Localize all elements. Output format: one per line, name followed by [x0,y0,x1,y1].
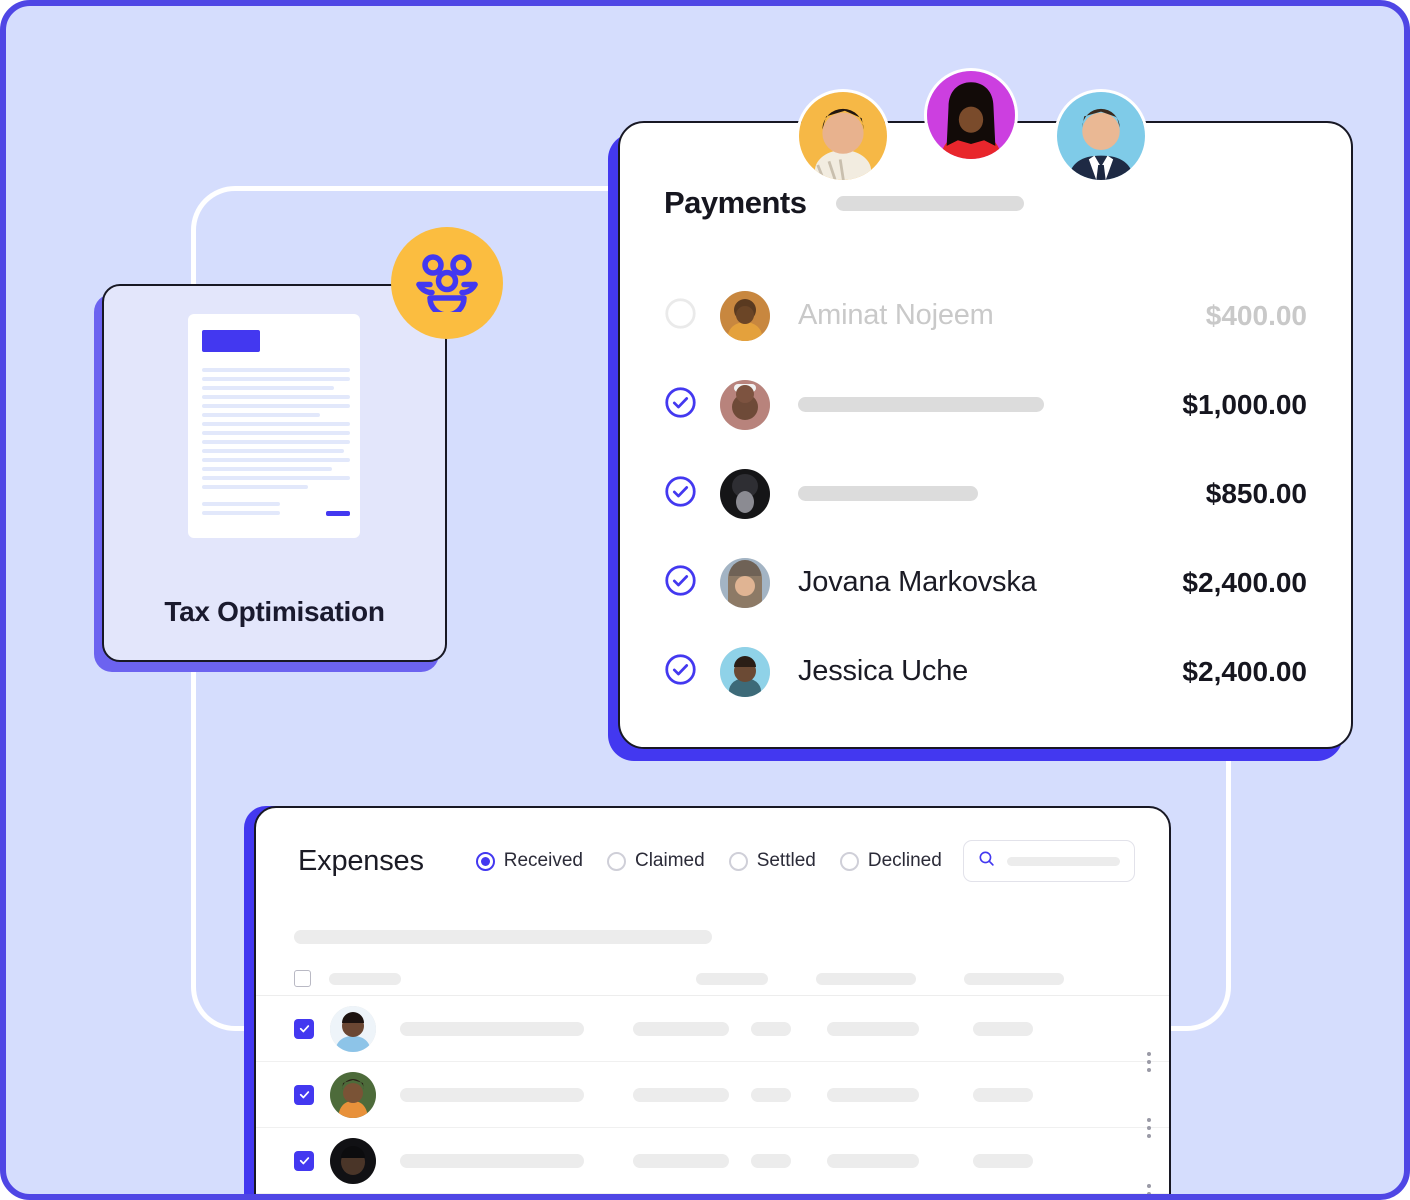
payment-checkbox-checked[interactable] [664,564,702,602]
filter-label: Claimed [634,850,705,871]
people-group-icon [391,227,503,339]
payment-name: Jessica Uche [798,655,969,687]
radio-indicator [839,851,859,871]
cell-placeholder [973,1087,1033,1102]
payment-row[interactable]: Jovana Markovska $2,400.00 [664,538,1307,627]
payments-header-placeholder [836,195,1025,211]
avatar [720,379,770,430]
payment-name: Aminat Nojeem [798,299,994,331]
search-icon [978,850,995,872]
payment-amount: $1,000.00 [1182,388,1307,420]
payment-row[interactable]: $850.00 [664,449,1307,538]
cell-placeholder [751,1021,791,1036]
column-header-placeholder [329,972,401,985]
cell-placeholder [633,1021,729,1036]
expenses-card: Expenses Received Claimed Settled Declin… [254,806,1171,1194]
payment-name-redacted [798,397,1182,412]
table-row[interactable] [256,1118,1169,1194]
cell-placeholder [973,1021,1033,1036]
cell-placeholder [827,1021,919,1036]
expenses-title: Expenses [298,844,424,877]
table-row[interactable] [256,996,1169,1062]
payments-header: Payments [664,185,1025,221]
payment-checkbox-unchecked[interactable] [664,297,702,335]
column-header-placeholder [964,972,1064,985]
illustration-frame: Tax Optimisation Payments Aminat Nojeem … [0,0,1410,1200]
payment-row[interactable]: $1,000.00 [664,360,1307,449]
radio-indicator [475,851,495,871]
expenses-toolbar-placeholder [294,930,712,944]
payments-list: Aminat Nojeem $400.00 $1,000.00 $850.00 … [664,271,1307,716]
payment-amount: $400.00 [1205,299,1307,331]
document-header-block [202,330,260,352]
search-input[interactable] [963,840,1135,882]
radio-indicator [728,851,748,871]
document-preview [188,314,360,538]
payment-amount: $2,400.00 [1182,566,1307,598]
expenses-header: Expenses Received Claimed Settled Declin… [256,808,1169,882]
cell-placeholder [400,1153,584,1168]
cell-placeholder [633,1087,729,1102]
filter-label: Declined [867,850,942,871]
table-row[interactable] [256,1052,1169,1128]
payment-checkbox-checked[interactable] [664,475,702,513]
avatar [330,1005,376,1052]
row-checkbox-checked[interactable] [294,1018,314,1039]
avatar-man-striped[interactable] [796,89,890,183]
avatar [720,646,770,697]
payments-title: Payments [664,185,807,220]
filter-radio-claimed[interactable]: Claimed [606,850,705,872]
filter-label: Received [503,850,583,871]
avatar [720,468,770,519]
search-placeholder [1007,856,1120,866]
select-all-checkbox[interactable] [294,970,311,987]
document-footer-lines [202,502,350,520]
filter-radio-settled[interactable]: Settled [728,850,816,872]
expenses-status-filters: Received Claimed Settled Declined [475,850,942,872]
avatar [720,290,770,341]
avatar [330,1071,376,1118]
tax-card-title: Tax Optimisation [164,596,385,627]
payments-card: Payments Aminat Nojeem $400.00 $1,000.00… [618,121,1353,749]
cell-placeholder [827,1153,919,1168]
document-text-lines [202,368,350,494]
expenses-table-header [256,962,1169,996]
row-checkbox-checked[interactable] [294,1084,314,1105]
cell-placeholder [973,1153,1033,1168]
avatar [720,557,770,608]
cell-placeholder [827,1087,919,1102]
payment-amount: $2,400.00 [1182,655,1307,687]
filter-label: Settled [756,850,816,871]
document-footer-accent [326,511,350,516]
cell-placeholder [751,1153,791,1168]
radio-indicator [606,851,626,871]
payment-checkbox-checked[interactable] [664,386,702,424]
payment-name-redacted [798,486,1206,501]
expenses-table [256,962,1169,1194]
avatar-man-suit[interactable] [1054,89,1148,183]
filter-radio-declined[interactable]: Declined [839,850,942,872]
column-header-placeholder [696,972,768,985]
cell-placeholder [633,1153,729,1168]
cell-placeholder [400,1087,584,1102]
payment-checkbox-checked[interactable] [664,653,702,691]
payment-row[interactable]: Aminat Nojeem $400.00 [664,271,1307,360]
payment-name: Jovana Markovska [798,566,1037,598]
avatar-woman-red[interactable] [924,68,1018,162]
filter-radio-received[interactable]: Received [475,850,583,872]
table-row[interactable] [1147,1184,1151,1194]
row-menu-icon[interactable] [1147,1052,1151,1072]
row-checkbox-checked[interactable] [294,1150,314,1171]
tax-optimisation-card[interactable]: Tax Optimisation [102,284,447,662]
row-menu-icon[interactable] [1147,1184,1151,1194]
cell-placeholder [400,1021,584,1036]
row-menu-icon[interactable] [1147,1118,1151,1138]
avatar [330,1137,376,1184]
payment-amount: $850.00 [1205,477,1307,509]
payment-row[interactable]: Jessica Uche $2,400.00 [664,627,1307,716]
column-header-placeholder [816,972,916,985]
cell-placeholder [751,1087,791,1102]
